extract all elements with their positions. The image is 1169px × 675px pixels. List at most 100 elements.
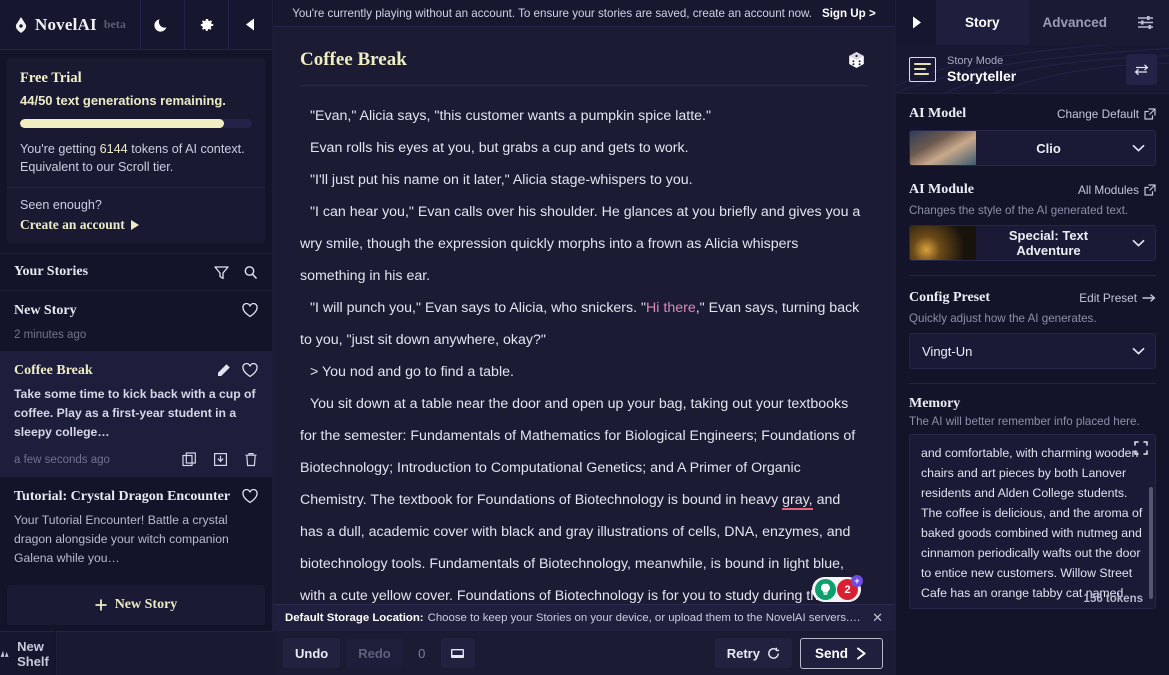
collapse-left-icon[interactable]: [228, 0, 272, 50]
lightbulb-icon[interactable]: [815, 579, 836, 600]
story-title: New Story: [14, 303, 77, 318]
signup-banner: You're currently playing without an acco…: [273, 0, 895, 27]
history-count: 0: [418, 645, 426, 661]
chevron-down-icon: [1121, 144, 1155, 152]
sign-up-link[interactable]: Sign Up >: [822, 7, 876, 20]
config-preset-select[interactable]: Vingt-Un: [909, 333, 1156, 369]
story-text-area[interactable]: "Evan," Alicia says, "this customer want…: [273, 86, 895, 604]
editor-toolbar: Undo Redo 0 Retry Send: [273, 631, 895, 675]
story-description: Your Tutorial Encounter! Battle a crysta…: [14, 513, 229, 565]
gear-icon[interactable]: [184, 0, 228, 50]
tts-badge[interactable]: 2 +: [812, 575, 863, 602]
dice-icon[interactable]: [841, 45, 871, 75]
brand-logo[interactable]: NovelAI beta: [0, 0, 140, 49]
chevron-down-icon: [1121, 239, 1155, 247]
heart-icon[interactable]: [242, 363, 258, 378]
plus-icon: [95, 599, 107, 611]
chevron-down-glyph: [1131, 239, 1145, 247]
page-title: Coffee Break: [300, 49, 407, 70]
export-download-icon[interactable]: [213, 452, 228, 467]
left-sidebar: NovelAI beta Free Trial 44/50 text gener…: [0, 0, 330, 675]
retry-button[interactable]: Retry: [714, 638, 792, 668]
filter-icon[interactable]: [214, 265, 229, 280]
send-button[interactable]: Send: [799, 637, 883, 669]
refresh-icon: [768, 647, 780, 659]
external-link-icon: [1144, 108, 1156, 120]
play-icon[interactable]: [896, 16, 936, 29]
story-list: New Story 2 minutes ago Coffee Break Tak…: [0, 291, 272, 579]
story-text-part: "I will punch you," Evan says to Alicia,…: [310, 300, 647, 316]
sliders-icon[interactable]: [1121, 0, 1169, 45]
story-title: Tutorial: Crystal Dragon Encounter: [14, 489, 231, 504]
close-icon[interactable]: ✕: [862, 610, 883, 626]
create-account-label: Create an account: [20, 217, 125, 232]
banner-text: You're currently playing without an acco…: [292, 6, 812, 20]
undo-button[interactable]: Undo: [283, 638, 341, 668]
memory-token-count: 156 tokens: [1083, 593, 1143, 605]
delete-trash-icon[interactable]: [244, 452, 258, 467]
new-story-label: New Story: [114, 597, 178, 612]
heart-icon[interactable]: [242, 489, 258, 504]
gear-glyph: [200, 18, 213, 31]
ai-module-select[interactable]: Special: Text Adventure: [909, 225, 1156, 261]
swap-arrows-icon[interactable]: [1126, 53, 1157, 85]
memory-scrollbar[interactable]: [1149, 487, 1153, 599]
story-footer: 2 minutes ago: [14, 329, 258, 341]
all-modules-link[interactable]: All Modules: [1078, 183, 1156, 197]
story-footer: 10 minutes ago: [14, 578, 258, 580]
trial-generation-count: 44/50 text generations remaining.: [20, 93, 226, 108]
trial-note-tokens: 6144: [99, 142, 128, 156]
config-preset-value: Vingt-Un: [922, 343, 973, 359]
document-lines-icon: [909, 56, 936, 82]
search-icon[interactable]: [243, 265, 258, 280]
ai-module-subtitle: Changes the style of the AI generated te…: [909, 204, 1129, 217]
external-link-icon: [1144, 184, 1156, 196]
new-story-button[interactable]: New Story: [7, 585, 265, 625]
list-item[interactable]: Tutorial: Crystal Dragon Encounter Your …: [0, 477, 272, 579]
trial-note-prefix: You're getting: [20, 142, 100, 156]
status-badge[interactable]: 2 +: [837, 575, 863, 600]
story-title-row: Tutorial: Crystal Dragon Encounter: [14, 489, 258, 505]
badge-plus: +: [851, 575, 863, 587]
create-account-link[interactable]: Create an account: [20, 217, 252, 233]
story-timestamp: 2 minutes ago: [14, 329, 87, 341]
storage-notice-text: Choose to keep your Stories on your devi…: [427, 612, 862, 624]
duplicate-icon[interactable]: [182, 452, 197, 467]
story-title-icons: [242, 303, 258, 318]
module-thumbnail: [910, 226, 976, 260]
moon-icon[interactable]: [140, 0, 184, 50]
edit-preset-link[interactable]: Edit Preset: [1079, 291, 1156, 305]
ai-model-select[interactable]: Clio: [909, 130, 1156, 166]
new-shelf-button[interactable]: New Shelf: [0, 631, 55, 675]
config-preset-title: Config Preset: [909, 290, 990, 305]
story-title-row: Coffee Break: [14, 363, 258, 379]
story-mode-bar[interactable]: Story Mode Storyteller: [896, 45, 1169, 94]
badge-count: 2: [844, 583, 851, 596]
moon-glyph: [154, 19, 167, 32]
trial-progress-bar: [20, 119, 252, 128]
expand-icon[interactable]: [1134, 441, 1148, 455]
chevron-down-glyph: [1131, 347, 1145, 355]
list-item[interactable]: Coffee Break Take some time to kick back…: [0, 351, 272, 477]
change-default-link[interactable]: Change Default: [1057, 107, 1156, 121]
right-panel-tabs: Story Advanced: [896, 0, 1169, 45]
memory-input[interactable]: and comfortable, with charming wooden ch…: [909, 434, 1156, 609]
model-thumbnail: [910, 131, 976, 165]
list-item[interactable]: New Story 2 minutes ago: [0, 291, 272, 351]
document-header: Coffee Break: [273, 27, 895, 85]
chevron-down-glyph: [1131, 144, 1145, 152]
story-paragraph: You sit down at a table near the door an…: [300, 388, 861, 604]
book-icon[interactable]: [440, 638, 475, 668]
ai-model-value: Clio: [1036, 140, 1061, 156]
tab-advanced[interactable]: Advanced: [1029, 0, 1122, 45]
triangle-right-icon: [130, 220, 139, 230]
right-panel: Story Advanced Story Mode Storyteller AI…: [895, 0, 1169, 675]
edit-pencil-icon[interactable]: [216, 363, 231, 378]
pen-nib-icon: [15, 16, 27, 33]
redo-button[interactable]: Redo: [346, 638, 403, 668]
all-modules-label: All Modules: [1078, 183, 1139, 197]
tab-story[interactable]: Story: [936, 0, 1029, 45]
triangle-left-glyph: [246, 18, 254, 31]
triangle-right-glyph: [912, 16, 921, 29]
heart-icon[interactable]: [242, 303, 258, 318]
